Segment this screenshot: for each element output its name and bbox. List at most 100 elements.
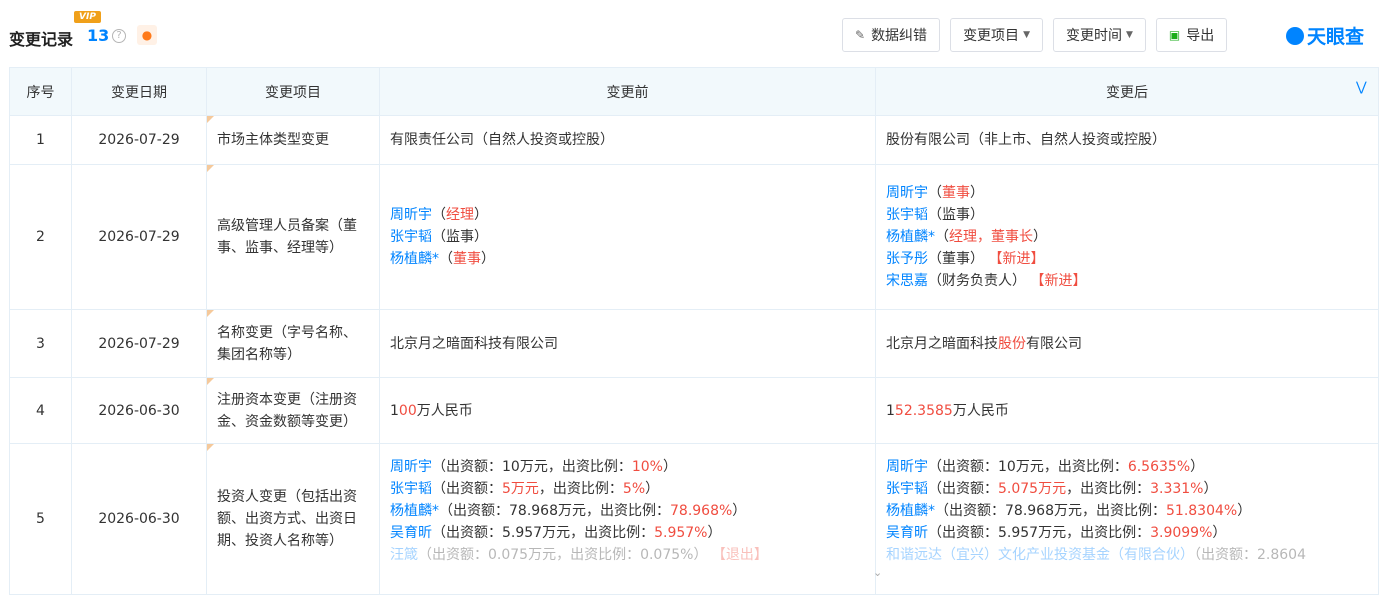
column-header: 序号 [9,67,72,116]
investor-line: 周昕宇（出资额：10万元，出资比例：6.5635%） [886,459,1205,475]
investor-line: 张宇韬（出资额：5.075万元，出资比例：3.331%） [886,481,1218,497]
brand-logo: 天眼查 [1286,22,1364,49]
person-line: 周昕宇（经理） [390,207,488,223]
bell-icon[interactable]: ● [137,25,157,45]
change-date: 2026-07-29 [71,164,207,310]
investor-link[interactable]: 吴育昕 [390,525,432,541]
report-error-button[interactable]: ✎ 数据纠错 [842,18,941,52]
person-line: 宋思嘉（财务负责人） 【新进】 [886,273,1087,289]
change-date: 2026-06-30 [71,377,207,444]
change-records-table: 序号 变更日期 变更项目 变更前 变更后 1 2026-07-29 市场主体类型… [9,67,1379,595]
brand-mark-icon [1286,27,1304,45]
after-value: 周昕宇（出资额：10万元，出资比例：6.5635%） 张宇韬（出资额：5.075… [875,443,1379,595]
change-time-label: 变更时间 [1065,28,1122,44]
new-tag: 【新进】 [1030,273,1087,289]
investor-link[interactable]: 杨植麟* [390,503,439,519]
table-row: 5 2026-06-30 投资人变更（包括出资额、出资方式、出资日期、投资人名称… [9,443,1379,595]
person-link[interactable]: 周昕宇 [390,207,432,223]
investor-line: 吴育昕（出资额：5.957万元，出资比例：3.9099%） [886,525,1227,541]
export-label: 导出 [1186,28,1215,44]
role-highlight: 经理，董事长 [949,229,1033,245]
investor-link[interactable]: 汪箴 [390,547,418,563]
investor-link[interactable]: 张宇韬 [390,481,432,497]
diff-highlight: 00 [398,402,417,419]
after-value: 152.3585万人民币 [875,377,1379,444]
excel-icon: ▣ [1168,28,1181,42]
report-error-label: 数据纠错 [871,28,928,44]
after-value: 北京月之暗面科技股份有限公司 [875,309,1379,378]
question-icon[interactable]: ? [112,29,126,43]
column-header: 变更后 [875,67,1379,116]
investor-line: 周昕宇（出资额：10万元，出资比例：10%） [390,459,677,475]
person-line: 张宇韬（监事） [390,229,488,245]
role: 董事 [942,251,970,267]
change-date: 2026-06-30 [71,443,207,595]
after-value: 股份有限公司（非上市、自然人投资或控股） [875,115,1379,165]
change-item: 市场主体类型变更 [206,115,380,165]
person-line: 杨植麟*（董事） [390,251,495,267]
before-value: 北京月之暗面科技有限公司 [379,309,876,378]
person-link[interactable]: 宋思嘉 [886,273,928,289]
row-number: 5 [9,443,72,595]
toolbar: ✎ 数据纠错 变更项目 ▼ 变更时间 ▼ ▣ 导出 [842,18,1237,54]
person-link[interactable]: 张予彤 [886,251,928,267]
person-link[interactable]: 周昕宇 [886,185,928,201]
change-time-filter[interactable]: 变更时间 ▼ [1052,18,1146,52]
chevron-down-icon[interactable]: ⌄ [873,566,882,579]
change-item: 高级管理人员备案（董事、监事、经理等） [206,164,380,310]
person-line: 周昕宇（董事） [886,185,984,201]
change-item: 投资人变更（包括出资额、出资方式、出资日期、投资人名称等） [206,443,380,595]
before-value: 周昕宇（经理） 张宇韬（监事） 杨植麟*（董事） [379,164,876,310]
investor-line: 张宇韬（出资额：5万元，出资比例：5%） [390,481,660,497]
row-number: 1 [9,115,72,165]
column-header: 变更前 [379,67,876,116]
table-header-row: 序号 变更日期 变更项目 变更前 变更后 [9,67,1379,116]
person-link[interactable]: 杨植麟* [886,229,935,245]
investor-link[interactable]: 吴育昕 [886,525,928,541]
row-number: 4 [9,377,72,444]
double-chevron-down-icon[interactable]: ⋁ [1356,80,1367,95]
change-item-label: 变更项目 [963,28,1020,44]
investor-link[interactable]: 杨植麟* [886,503,935,519]
before-value: 有限责任公司（自然人投资或控股） [379,115,876,165]
role: 财务负责人 [942,273,1012,289]
before-value: 100万人民币 [379,377,876,444]
column-header: 变更项目 [206,67,380,116]
investor-line: 杨植麟*（出资额：78.968万元，出资比例：78.968%） [390,503,747,519]
caret-down-icon: ▼ [1125,30,1133,40]
investor-line: 汪箴（出资额：0.075万元，出资比例：0.075%） 【退出】 [390,547,768,563]
person-link[interactable]: 张宇韬 [390,229,432,245]
investor-list: 周昕宇（出资额：10万元，出资比例：10%） 张宇韬（出资额：5万元，出资比例：… [390,444,865,594]
page-title: 变更记录 [9,30,74,49]
record-count: 13 [87,26,110,45]
person-line: 张宇韬（监事） [886,207,984,223]
column-header: 变更日期 [71,67,207,116]
person-link[interactable]: 杨植麟* [390,251,439,267]
person-link[interactable]: 张宇韬 [886,207,928,223]
table-row: 1 2026-07-29 市场主体类型变更 有限责任公司（自然人投资或控股） 股… [9,115,1379,165]
edit-doc-icon: ✎ [855,28,866,42]
investor-link[interactable]: 周昕宇 [390,459,432,475]
investor-line: 和谐远达（宜兴）文化产业投资基金（有限合伙）（出资额：2.8604 [886,547,1306,563]
table-row: 3 2026-07-29 名称变更（字号名称、集团名称等） 北京月之暗面科技有限… [9,309,1379,378]
table-row: 2 2026-07-29 高级管理人员备案（董事、监事、经理等） 周昕宇（经理）… [9,164,1379,310]
export-button[interactable]: ▣ 导出 [1155,18,1228,52]
investor-link[interactable]: 周昕宇 [886,459,928,475]
vip-badge: VIP [74,11,101,23]
new-tag: 【新进】 [988,251,1045,267]
role-highlight: 经理 [446,207,474,223]
change-item-filter[interactable]: 变更项目 ▼ [950,18,1043,52]
investor-list: 周昕宇（出资额：10万元，出资比例：6.5635%） 张宇韬（出资额：5.075… [886,444,1368,594]
investor-link[interactable]: 和谐远达（宜兴）文化产业投资基金（有限合伙） [886,547,1194,563]
caret-down-icon: ▼ [1023,30,1030,40]
role-highlight: 董事 [453,251,481,267]
row-number: 3 [9,309,72,378]
role: 监事 [446,229,474,245]
investor-line: 吴育昕（出资额：5.957万元，出资比例：5.957%） [390,525,722,541]
brand-name: 天眼查 [1307,26,1365,48]
role-highlight: 董事 [942,185,970,201]
table-row: 4 2026-06-30 注册资本变更（注册资金、资金数额等变更） 100万人民… [9,377,1379,444]
investor-link[interactable]: 张宇韬 [886,481,928,497]
page-header: VIP 变更记录 13 ? ● ✎ 数据纠错 变更项目 ▼ 变更时间 ▼ ▣ 导… [0,0,1383,66]
exit-tag: 【退出】 [711,547,768,563]
